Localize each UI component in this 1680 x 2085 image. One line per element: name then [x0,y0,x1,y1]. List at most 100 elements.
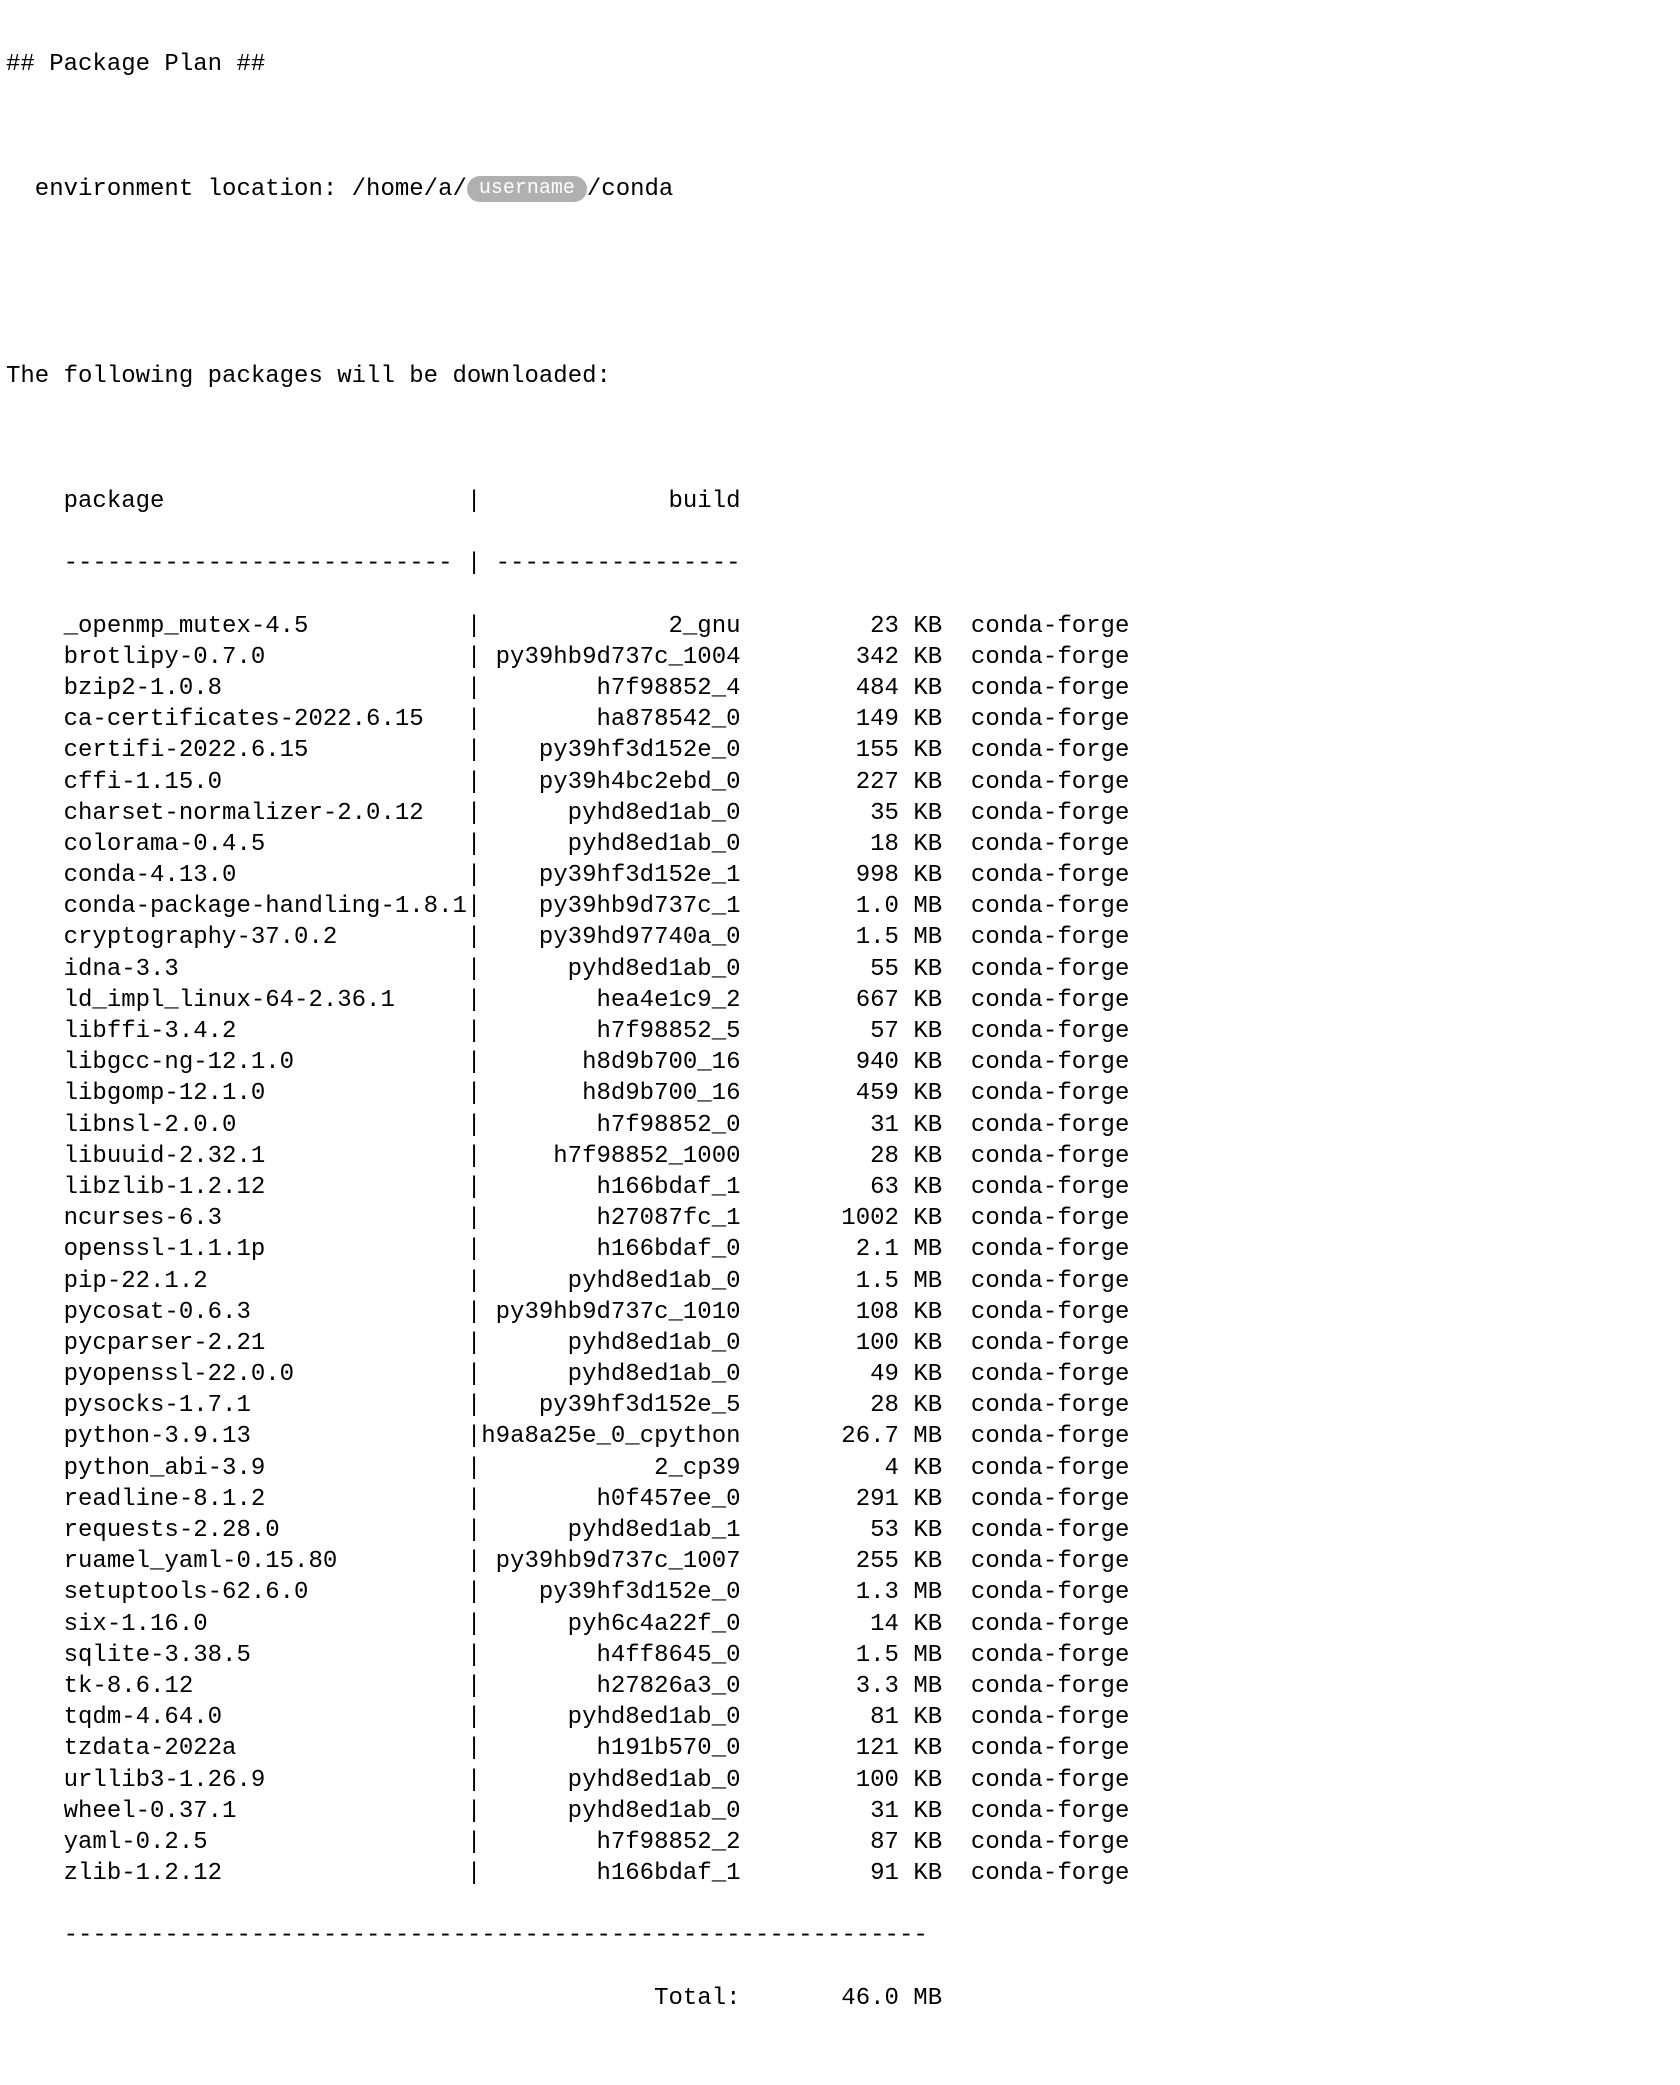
package-channel: conda-forge [942,1297,1129,1328]
package-build: h8d9b700_16 [481,1047,740,1078]
package-size: 155 KB [741,735,943,766]
package-size: 91 KB [741,1858,943,1889]
package-channel: conda-forge [942,1702,1129,1733]
package-channel: conda-forge [942,1577,1129,1608]
package-channel: conda-forge [942,829,1129,860]
table-row: pysocks-1.7.1|py39hf3d152e_528 KBconda-f… [6,1390,1680,1421]
package-channel: conda-forge [942,1515,1129,1546]
package-channel: conda-forge [942,1141,1129,1172]
table-row: requests-2.28.0|pyhd8ed1ab_153 KBconda-f… [6,1515,1680,1546]
package-size: 667 KB [741,985,943,1016]
table-row: zlib-1.2.12|h166bdaf_191 KBconda-forge [6,1858,1680,1889]
package-name: yaml-0.2.5 [64,1827,467,1858]
package-name: colorama-0.4.5 [64,829,467,860]
package-channel: conda-forge [942,1796,1129,1827]
package-channel: conda-forge [942,767,1129,798]
package-build: pyhd8ed1ab_0 [481,1266,740,1297]
footer-rule: ----------------------------------------… [6,1920,1680,1951]
terminal-output: ## Package Plan ## environment location:… [0,0,1680,2085]
package-build: 2_cp39 [481,1453,740,1484]
package-build: py39hb9d737c_1010 [481,1297,740,1328]
package-channel: conda-forge [942,611,1129,642]
package-size: 31 KB [741,1110,943,1141]
package-size: 100 KB [741,1765,943,1796]
package-name: pysocks-1.7.1 [64,1390,467,1421]
package-name: conda-package-handling-1.8.1 [64,891,467,922]
table-row: tqdm-4.64.0|pyhd8ed1ab_081 KBconda-forge [6,1702,1680,1733]
package-size: 998 KB [741,860,943,891]
package-build: py39h4bc2ebd_0 [481,767,740,798]
package-size: 1002 KB [741,1203,943,1234]
package-channel: conda-forge [942,1172,1129,1203]
table-row: readline-8.1.2|h0f457ee_0291 KBconda-for… [6,1484,1680,1515]
package-build: py39hf3d152e_0 [481,735,740,766]
table-row: idna-3.3|pyhd8ed1ab_055 KBconda-forge [6,954,1680,985]
package-name: tk-8.6.12 [64,1671,467,1702]
package-build: h7f98852_5 [481,1016,740,1047]
package-name: requests-2.28.0 [64,1515,467,1546]
package-size: 149 KB [741,704,943,735]
package-name: six-1.16.0 [64,1609,467,1640]
package-build: pyh6c4a22f_0 [481,1609,740,1640]
package-build: pyhd8ed1ab_0 [481,1702,740,1733]
package-channel: conda-forge [942,1858,1129,1889]
package-name: pip-22.1.2 [64,1266,467,1297]
package-build: h4ff8645_0 [481,1640,740,1671]
table-row: python-3.9.13|h9a8a25e_0_cpython26.7 MBc… [6,1421,1680,1452]
package-channel: conda-forge [942,1827,1129,1858]
package-size: 227 KB [741,767,943,798]
package-build: h7f98852_2 [481,1827,740,1858]
table-row: bzip2-1.0.8|h7f98852_4484 KBconda-forge [6,673,1680,704]
table-header: package|build [6,486,1680,517]
env-location-line: environment location: /home/a/username/c… [6,174,1680,205]
col-package: package [64,486,467,517]
package-size: 3.3 MB [741,1671,943,1702]
package-channel: conda-forge [942,1078,1129,1109]
total-size: 46.0 MB [741,1983,943,2014]
package-build: py39hf3d152e_0 [481,1577,740,1608]
package-channel: conda-forge [942,673,1129,704]
table-row: conda-package-handling-1.8.1|py39hb9d737… [6,891,1680,922]
total-label: Total: [481,1983,740,2014]
package-channel: conda-forge [942,1359,1129,1390]
package-size: 81 KB [741,1702,943,1733]
package-size: 63 KB [741,1172,943,1203]
package-name: cffi-1.15.0 [64,767,467,798]
package-build: py39hb9d737c_1 [481,891,740,922]
package-size: 35 KB [741,798,943,829]
table-row: libgcc-ng-12.1.0|h8d9b700_16940 KBconda-… [6,1047,1680,1078]
redacted-username: username [467,176,587,202]
package-size: 121 KB [741,1733,943,1764]
package-build: pyhd8ed1ab_0 [481,1765,740,1796]
package-channel: conda-forge [942,1047,1129,1078]
package-channel: conda-forge [942,1640,1129,1671]
package-channel: conda-forge [942,1203,1129,1234]
table-row: cffi-1.15.0|py39h4bc2ebd_0227 KBconda-fo… [6,767,1680,798]
package-channel: conda-forge [942,704,1129,735]
package-size: 1.5 MB [741,922,943,953]
table-row: pycosat-0.6.3|py39hb9d737c_1010108 KBcon… [6,1297,1680,1328]
package-size: 31 KB [741,1796,943,1827]
table-row: yaml-0.2.5|h7f98852_287 KBconda-forge [6,1827,1680,1858]
table-row: sqlite-3.38.5|h4ff8645_01.5 MBconda-forg… [6,1640,1680,1671]
table-row: libuuid-2.32.1|h7f98852_100028 KBconda-f… [6,1141,1680,1172]
table-row: ca-certificates-2022.6.15|ha878542_0149 … [6,704,1680,735]
package-size: 291 KB [741,1484,943,1515]
table-row: conda-4.13.0|py39hf3d152e_1998 KBconda-f… [6,860,1680,891]
package-build: h7f98852_0 [481,1110,740,1141]
package-name: cryptography-37.0.2 [64,922,467,953]
table-row: ruamel_yaml-0.15.80|py39hb9d737c_1007255… [6,1546,1680,1577]
download-heading: The following packages will be downloade… [6,361,1680,392]
table-row: wheel-0.37.1|pyhd8ed1ab_031 KBconda-forg… [6,1796,1680,1827]
package-size: 459 KB [741,1078,943,1109]
package-channel: conda-forge [942,1484,1129,1515]
package-build: hea4e1c9_2 [481,985,740,1016]
package-channel: conda-forge [942,1671,1129,1702]
package-name: bzip2-1.0.8 [64,673,467,704]
package-size: 484 KB [741,673,943,704]
package-size: 28 KB [741,1141,943,1172]
table-row: cryptography-37.0.2|py39hd97740a_01.5 MB… [6,922,1680,953]
package-channel: conda-forge [942,798,1129,829]
package-channel: conda-forge [942,922,1129,953]
table-row: ncurses-6.3|h27087fc_11002 KBconda-forge [6,1203,1680,1234]
